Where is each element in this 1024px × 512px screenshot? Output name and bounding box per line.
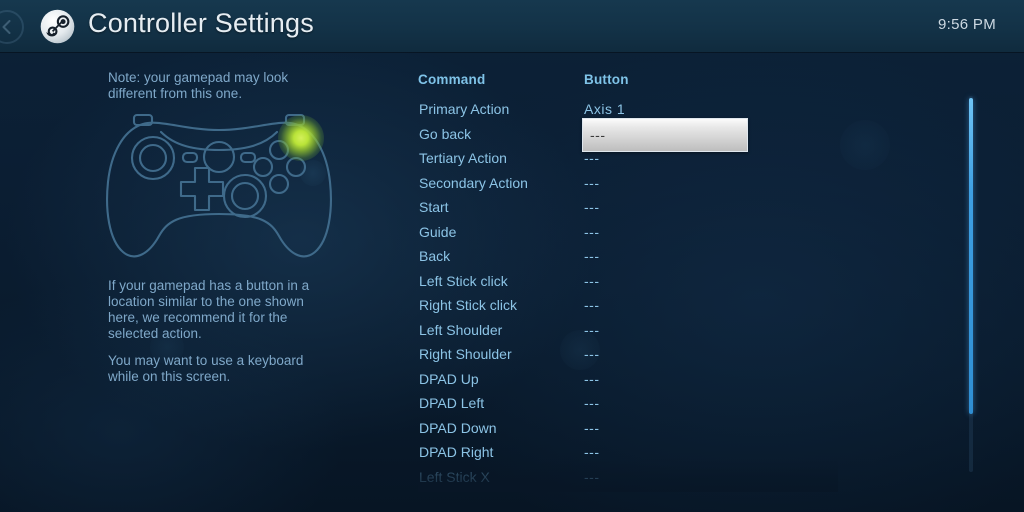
scrollbar-thumb[interactable] xyxy=(969,98,973,414)
binding-button-value[interactable]: --- xyxy=(584,420,600,436)
binding-button-value[interactable]: --- xyxy=(584,444,600,460)
binding-row[interactable]: Left Shoulder --- xyxy=(418,322,838,347)
note-gamepad-differs: Note: your gamepad may look different fr… xyxy=(108,70,289,101)
binding-row[interactable]: Back --- xyxy=(418,248,838,273)
binding-row[interactable]: Left Stick X --- xyxy=(418,469,838,494)
binding-command-label: DPAD Right xyxy=(419,444,494,460)
binding-button-value[interactable]: Axis 1 xyxy=(584,101,625,117)
highlighted-button-glow-icon xyxy=(278,115,324,161)
binding-row[interactable]: Tertiary Action --- xyxy=(418,150,838,175)
binding-command-label: Tertiary Action xyxy=(419,150,507,166)
binding-command-label: Start xyxy=(419,199,449,215)
binding-row[interactable]: DPAD Right --- xyxy=(418,444,838,469)
selected-binding-value: --- xyxy=(590,126,606,143)
app-header: Controller Settings 9:56 PM xyxy=(0,0,1024,52)
binding-button-value[interactable]: --- xyxy=(584,175,600,191)
binding-button-value[interactable]: --- xyxy=(584,346,600,362)
binding-command-label: Guide xyxy=(419,223,457,240)
binding-row[interactable]: Guide --- xyxy=(418,224,838,249)
binding-command-label: Go back xyxy=(419,125,472,142)
binding-button-value[interactable]: --- xyxy=(584,199,600,215)
binding-button-value[interactable]: --- xyxy=(584,150,600,166)
binding-button-value[interactable]: --- xyxy=(584,371,600,387)
binding-command-label: DPAD Up xyxy=(419,370,479,387)
back-arrow-icon xyxy=(2,20,11,34)
binding-row[interactable]: DPAD Left --- xyxy=(418,395,838,420)
binding-command-label: Primary Action xyxy=(419,101,510,117)
column-header-command: Command xyxy=(418,72,486,87)
binding-row[interactable]: Right Stick click --- xyxy=(418,297,838,322)
binding-command-label: Left Stick click xyxy=(419,272,508,289)
binding-row[interactable]: Secondary Action --- xyxy=(418,175,838,200)
column-header-button: Button xyxy=(584,72,629,87)
binding-button-value[interactable]: --- xyxy=(584,297,600,313)
binding-command-label: Left Shoulder xyxy=(419,321,503,338)
binding-button-value[interactable]: --- xyxy=(584,248,600,264)
binding-command-label: Right Shoulder xyxy=(419,346,512,362)
bindings-list: Command Button Primary Action Axis 1 Go ba… xyxy=(418,72,838,492)
binding-row[interactable]: DPAD Up --- xyxy=(418,371,838,396)
selected-binding-box[interactable]: --- xyxy=(582,117,748,152)
binding-command-label: Left Stick X xyxy=(419,468,490,485)
back-button[interactable] xyxy=(0,10,24,44)
binding-row[interactable]: Right Shoulder --- xyxy=(418,346,838,371)
note-keyboard: You may want to use a keyboard while on … xyxy=(108,353,304,384)
binding-button-value[interactable]: --- xyxy=(584,273,600,289)
binding-button-value[interactable]: --- xyxy=(584,469,600,485)
page-title: Controller Settings xyxy=(88,8,314,38)
binding-command-label: DPAD Down xyxy=(419,419,497,436)
binding-command-label: DPAD Left xyxy=(419,395,485,411)
binding-button-value[interactable]: --- xyxy=(584,224,600,240)
steam-logo-icon[interactable] xyxy=(40,9,75,44)
binding-command-label: Right Stick click xyxy=(419,297,518,313)
binding-row[interactable]: DPAD Down --- xyxy=(418,420,838,445)
binding-row[interactable]: Start --- xyxy=(418,199,838,224)
note-recommendation: If your gamepad has a button in a locati… xyxy=(108,278,310,341)
clock: 9:56 PM xyxy=(938,16,996,33)
binding-command-label: Secondary Action xyxy=(419,174,528,191)
controller-settings-screen: Controller Settings 9:56 PM Note: your g… xyxy=(0,0,1024,512)
binding-row[interactable]: Left Stick click --- xyxy=(418,273,838,298)
binding-button-value[interactable]: --- xyxy=(584,322,600,338)
binding-button-value[interactable]: --- xyxy=(584,395,600,411)
bokeh-speck xyxy=(840,120,890,170)
binding-command-label: Back xyxy=(419,248,451,264)
